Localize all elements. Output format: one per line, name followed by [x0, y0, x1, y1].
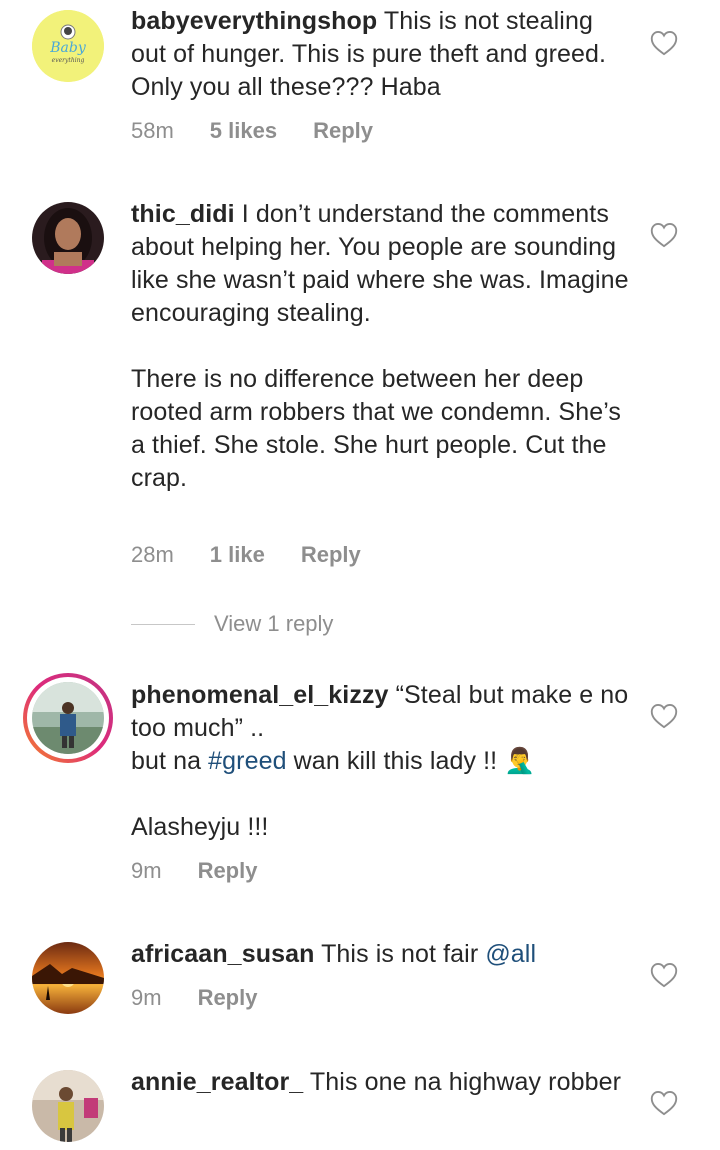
comment-message: This one na highway robber	[309, 1068, 622, 1096]
comment-message-paragraph: Alasheyju !!!	[131, 813, 269, 841]
avatar-logo-text: Baby	[49, 40, 87, 56]
mention-link[interactable]: @all	[485, 940, 536, 968]
heart-outline-icon[interactable]	[650, 703, 678, 729]
avatar[interactable]	[32, 942, 104, 1014]
view-replies-button[interactable]: View 1 reply	[131, 609, 333, 639]
comment-meta: 58m 5 likes Reply	[131, 118, 409, 144]
comment-body: phenomenal_el_kizzy “Steal but make e no…	[131, 679, 631, 844]
avatar-story-ring[interactable]	[23, 673, 113, 763]
comment-time: 28m	[131, 542, 174, 567]
avatar-image	[32, 1070, 104, 1142]
comment-message: This is not fair	[321, 940, 486, 968]
avatar	[32, 682, 104, 754]
comment-meta: 9m Reply	[131, 858, 293, 884]
reply-button[interactable]: Reply	[198, 858, 258, 883]
heart-outline-icon[interactable]	[650, 30, 678, 56]
comment-text: thic_didi I don’t understand the comment…	[131, 198, 631, 330]
comment-text: africaan_susan This is not fair @all	[131, 938, 631, 971]
reply-button[interactable]: Reply	[198, 985, 258, 1010]
comment-username[interactable]: africaan_susan	[131, 940, 314, 968]
comment-text: babyeverythingshop This is not stealing …	[131, 5, 631, 104]
comment-username[interactable]: annie_realtor_	[131, 1068, 303, 1096]
reply-button[interactable]: Reply	[313, 118, 373, 143]
heart-outline-icon[interactable]	[650, 962, 678, 988]
facepalm-emoji: 🤦‍♂️	[504, 747, 536, 775]
comment-body: africaan_susan This is not fair @all	[131, 938, 631, 971]
view-replies-label: View 1 reply	[214, 611, 334, 636]
avatar[interactable]: Baby everything	[32, 10, 104, 82]
comment-time: 9m	[131, 858, 162, 883]
comment-time: 58m	[131, 118, 174, 143]
comment-time: 9m	[131, 985, 162, 1010]
comment-body: annie_realtor_ This one na highway robbe…	[131, 1066, 631, 1099]
avatar-image	[32, 202, 104, 274]
comment-text: phenomenal_el_kizzy “Steal but make e no…	[131, 679, 631, 745]
avatar[interactable]	[32, 202, 104, 274]
comment-likes[interactable]: 1 like	[210, 542, 265, 567]
avatar-image	[32, 682, 104, 754]
reply-button[interactable]: Reply	[301, 542, 361, 567]
avatar-image: Baby everything	[32, 10, 104, 82]
heart-outline-icon[interactable]	[650, 1090, 678, 1116]
view-replies-divider	[131, 623, 195, 625]
comment-username[interactable]: thic_didi	[131, 200, 235, 228]
hashtag-link[interactable]: #greed	[208, 747, 286, 775]
comment-likes[interactable]: 5 likes	[210, 118, 277, 143]
comment-body: babyeverythingshop This is not stealing …	[131, 5, 631, 104]
comment-meta: 28m 1 like Reply	[131, 542, 397, 568]
comment-message-paragraph: There is no difference between her deep …	[131, 365, 622, 492]
comment-username[interactable]: phenomenal_el_kizzy	[131, 681, 389, 709]
avatar[interactable]	[32, 1070, 104, 1142]
svg-text:everything: everything	[52, 57, 85, 64]
comment-body: thic_didi I don’t understand the comment…	[131, 198, 631, 495]
heart-outline-icon[interactable]	[650, 222, 678, 248]
comment-message-line: but na #greed wan kill this lady !! 🤦‍♂️	[131, 747, 536, 775]
comment-meta: 9m Reply	[131, 985, 293, 1011]
avatar-image	[32, 942, 104, 1014]
comment-username[interactable]: babyeverythingshop	[131, 7, 377, 35]
comment-text: annie_realtor_ This one na highway robbe…	[131, 1066, 631, 1099]
